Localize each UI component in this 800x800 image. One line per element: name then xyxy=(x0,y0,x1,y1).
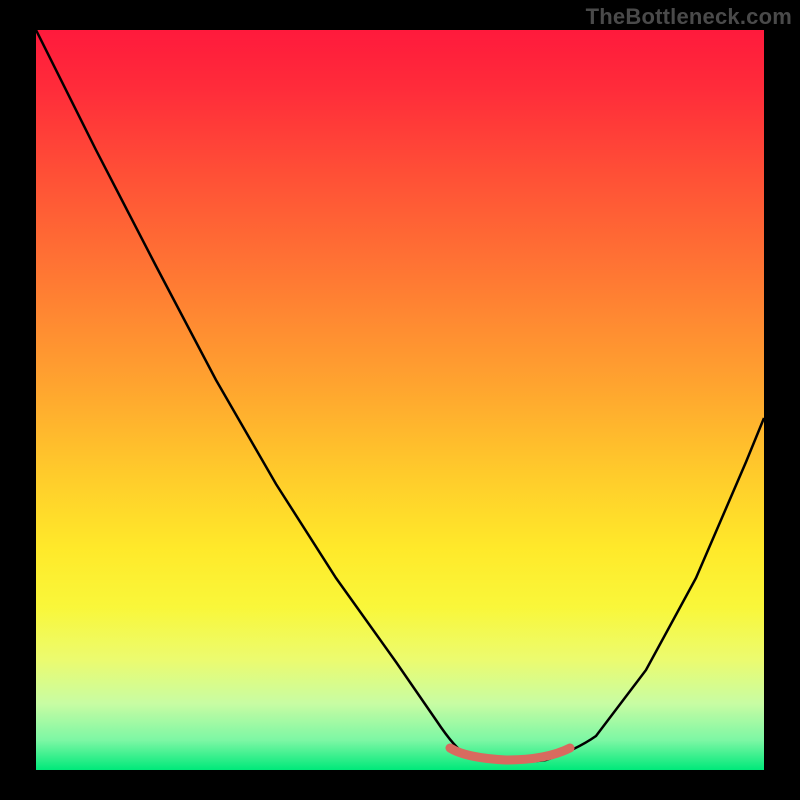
chart-plateau-highlight xyxy=(450,748,570,760)
chart-main-curve xyxy=(36,30,764,762)
watermark-text: TheBottleneck.com xyxy=(586,4,792,30)
chart-plot-area xyxy=(36,30,764,770)
chart-svg xyxy=(36,30,764,770)
